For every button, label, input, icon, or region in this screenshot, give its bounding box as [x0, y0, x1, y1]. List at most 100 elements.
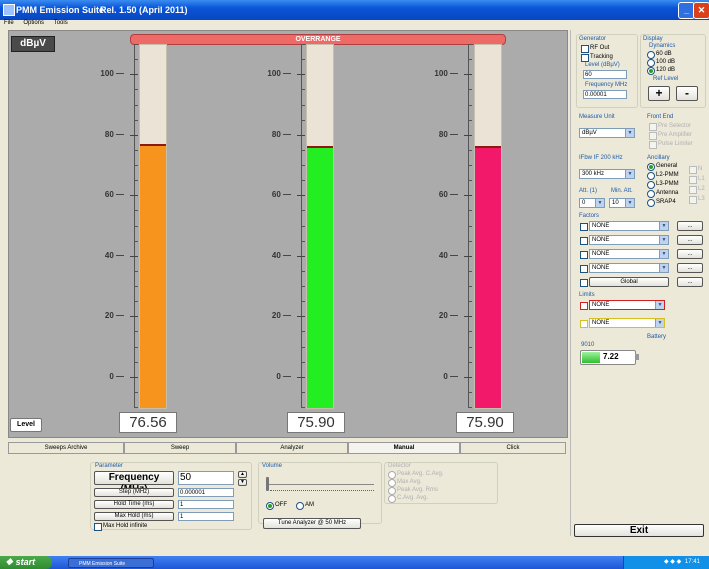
tab-manual[interactable]: Manual [348, 442, 460, 453]
att-select[interactable]: 0 ▼ [579, 198, 605, 208]
ifbw-select[interactable]: 300 kHz ▼ [579, 169, 635, 179]
limit-2-value: NONE [592, 320, 610, 326]
pre-amplifier-label: Pre Amplifier [658, 132, 693, 138]
factor-2-select[interactable]: NONE ▼ [589, 235, 669, 245]
pulse-limiter-checkbox[interactable] [649, 141, 657, 149]
close-button[interactable]: ✕ [693, 2, 709, 19]
chevron-down-icon: ▼ [625, 170, 634, 178]
min-att-select[interactable]: 10 ▼ [609, 198, 635, 208]
frequency-input[interactable]: 50 [178, 471, 234, 485]
ancillary-antenna-radio[interactable] [647, 190, 655, 198]
detector-1-radio[interactable] [388, 471, 396, 479]
ancillary-l2-radio[interactable] [647, 172, 655, 180]
ancillary-l3-radio[interactable] [647, 181, 655, 189]
scale-tick [134, 346, 138, 348]
factor-1-browse-button[interactable]: ... [677, 221, 703, 231]
factor-3-checkbox[interactable] [580, 251, 588, 259]
right-panel: Generator RF Out Tracking Level (dBµV) 6… [570, 30, 709, 537]
limit-1-checkbox[interactable] [580, 302, 588, 310]
ancillary-general-radio[interactable] [647, 163, 655, 171]
scale-tick [301, 104, 305, 106]
tab-analyzer[interactable]: Analyzer [236, 442, 348, 453]
factor-2-browse-button[interactable]: ... [677, 235, 703, 245]
global-checkbox[interactable] [580, 279, 588, 287]
global-button[interactable]: Global [589, 277, 669, 287]
scale-tick [134, 210, 138, 212]
limit-2-checkbox[interactable] [580, 320, 588, 328]
start-button[interactable]: ❖ start [0, 556, 52, 569]
hold-time-input[interactable]: 1 [178, 500, 234, 509]
dyn-100-radio[interactable] [647, 59, 655, 67]
detector-4-radio[interactable] [388, 495, 396, 503]
chevron-down-icon: ▼ [659, 222, 668, 230]
limit-2-select[interactable]: NONE ▼ [589, 318, 665, 328]
battery-device-label: 9010 [581, 342, 595, 348]
volume-slider-track[interactable] [266, 484, 374, 485]
factor-4-checkbox[interactable] [580, 265, 588, 273]
rf-out-checkbox[interactable] [581, 45, 589, 53]
detector-2-radio[interactable] [388, 479, 396, 487]
exit-button[interactable]: Exit [574, 524, 704, 537]
ancillary-l2-checkbox[interactable] [689, 186, 697, 194]
volume-slider-thumb[interactable] [266, 477, 269, 491]
level-button[interactable]: Level [10, 418, 42, 432]
taskbar-item[interactable]: PMM Emission Suite [68, 558, 154, 568]
factor-4-browse-button[interactable]: ... [677, 263, 703, 273]
limit-1-select[interactable]: NONE ▼ [589, 300, 665, 310]
frequency-button[interactable]: Frequency (MHz) [94, 471, 174, 495]
audio-off-radio[interactable] [266, 502, 274, 510]
menu-options[interactable]: Options [23, 20, 44, 26]
menu-file[interactable]: File [4, 20, 14, 26]
ref-minus-button[interactable]: - [676, 86, 698, 101]
frequency-down-button[interactable]: ▼ [238, 479, 247, 486]
max-hold-infinite-checkbox[interactable] [94, 523, 102, 531]
tab-click[interactable]: Click [460, 442, 566, 453]
ifbw-label: IFbw IF 200 kHz [579, 155, 623, 161]
detector-3-radio[interactable] [388, 487, 396, 495]
factor-2-checkbox[interactable] [580, 237, 588, 245]
ancillary-srap4-label: SRAP4 [656, 199, 676, 205]
gen-level-input[interactable]: 60 [583, 70, 627, 79]
menu-tools[interactable]: Tools [54, 20, 68, 26]
ancillary-general-label: General [656, 163, 678, 169]
ancillary-n-checkbox[interactable] [689, 166, 697, 174]
hold-time-button[interactable]: Hold Time (ms) [94, 500, 174, 509]
bar-1 [139, 44, 167, 409]
battery-value: 7.22 [603, 352, 619, 361]
max-hold-input[interactable]: 1 [178, 512, 234, 521]
scale-tick [297, 255, 305, 257]
max-hold-button[interactable]: Max Hold (ms) [94, 512, 174, 521]
dyn-60-radio[interactable] [647, 51, 655, 59]
factor-3-select[interactable]: NONE ▼ [589, 249, 669, 259]
dyn-120-radio[interactable] [647, 67, 655, 75]
factor-3-browse-button[interactable]: ... [677, 249, 703, 259]
factor-1-checkbox[interactable] [580, 223, 588, 231]
tab-sweeps-archive[interactable]: Sweeps Archive [8, 442, 124, 453]
scale-tick [297, 134, 305, 136]
measure-unit-select[interactable]: dBµV ▼ [579, 128, 635, 138]
tracking-checkbox[interactable] [581, 54, 589, 62]
ancillary-srap4-radio[interactable] [647, 199, 655, 207]
ref-plus-button[interactable]: + [648, 86, 670, 101]
ancillary-l2-label: L2-PMM [656, 172, 679, 178]
pre-amplifier-checkbox[interactable] [649, 132, 657, 140]
audio-am-label: AM [305, 502, 314, 508]
tune-analyzer-button[interactable]: Tune Analyzer @ 50 MHz [263, 518, 361, 529]
factor-4-select[interactable]: NONE ▼ [589, 263, 669, 273]
scale-tick [134, 407, 138, 408]
global-browse-button[interactable]: ... [677, 277, 703, 287]
step-button[interactable]: Step (MHz) [94, 488, 174, 497]
gen-frequency-input[interactable]: 0.00001 [583, 90, 627, 99]
pre-selector-checkbox[interactable] [649, 123, 657, 131]
start-label: start [15, 557, 36, 567]
frequency-up-button[interactable]: ▲ [238, 471, 247, 478]
ancillary-l1-checkbox[interactable] [689, 176, 697, 184]
step-input[interactable]: 0.000001 [178, 488, 234, 497]
factor-1-select[interactable]: NONE ▼ [589, 221, 669, 231]
tab-sweep[interactable]: Sweep [124, 442, 236, 453]
scale-tick [468, 240, 472, 242]
ancillary-l3-checkbox[interactable] [689, 196, 697, 204]
scale-tick [297, 74, 305, 76]
unit-display[interactable]: dBµV [11, 36, 55, 52]
audio-am-radio[interactable] [296, 502, 304, 510]
